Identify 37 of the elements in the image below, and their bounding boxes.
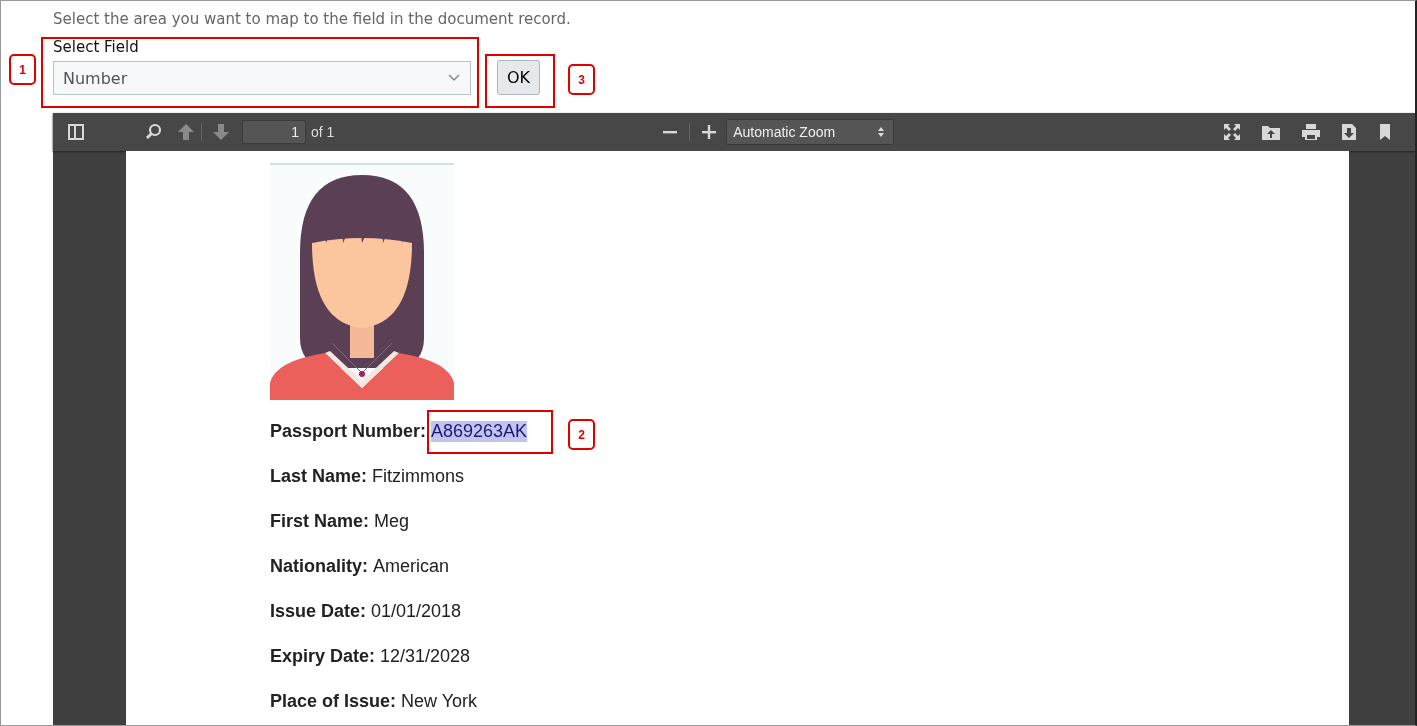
field-value: Fitzimmons <box>372 466 465 487</box>
chevron-icon <box>448 74 460 82</box>
sort-arrows-icon <box>877 126 886 138</box>
field-label: Place of Issue: <box>270 691 397 712</box>
page-count: of 1 <box>311 124 335 140</box>
annotation-number: 2 <box>568 419 595 450</box>
download-icon[interactable] <box>1341 123 1357 141</box>
bookmark-icon[interactable] <box>1379 123 1391 141</box>
field-value: 12/31/2028 <box>380 646 471 667</box>
field-value: American <box>373 556 450 577</box>
zoom-in-icon[interactable] <box>702 123 717 141</box>
field-value: A869263AK <box>431 421 528 442</box>
annotation-number: 3 <box>568 64 595 95</box>
field-label: Passport Number: <box>270 421 427 442</box>
sidebar-toggle-icon[interactable] <box>67 123 85 141</box>
page-number-field[interactable]: 1 <box>242 120 306 144</box>
print-icon[interactable] <box>1301 123 1321 141</box>
up-arrow-icon[interactable] <box>177 123 195 141</box>
field-label: Select Field <box>53 38 140 56</box>
field-label: Last Name: <box>270 466 368 487</box>
instruction-text: Select the area you want to map to the field in the document record. <box>53 10 572 30</box>
ok-button[interactable]: OK <box>497 60 540 95</box>
annotation-number: 1 <box>9 54 36 85</box>
field-value: Meg <box>374 511 410 532</box>
search-icon[interactable] <box>145 123 163 141</box>
field-value: New York <box>401 691 478 712</box>
field-label: Nationality: <box>270 556 368 577</box>
annotation-frame <box>485 54 555 108</box>
fullscreen-icon[interactable] <box>1223 123 1241 141</box>
field-label: Issue Date: <box>270 601 367 622</box>
field-value: 01/01/2018 <box>371 601 462 622</box>
folder-upload-icon[interactable] <box>1261 123 1281 141</box>
field-dropdown[interactable]: Number <box>53 61 471 95</box>
zoom-dropdown[interactable]: Automatic Zoom <box>726 119 895 145</box>
field-label: Expiry Date: <box>270 646 376 667</box>
down-arrow-icon[interactable] <box>212 123 230 141</box>
field-label: First Name: <box>270 511 370 532</box>
